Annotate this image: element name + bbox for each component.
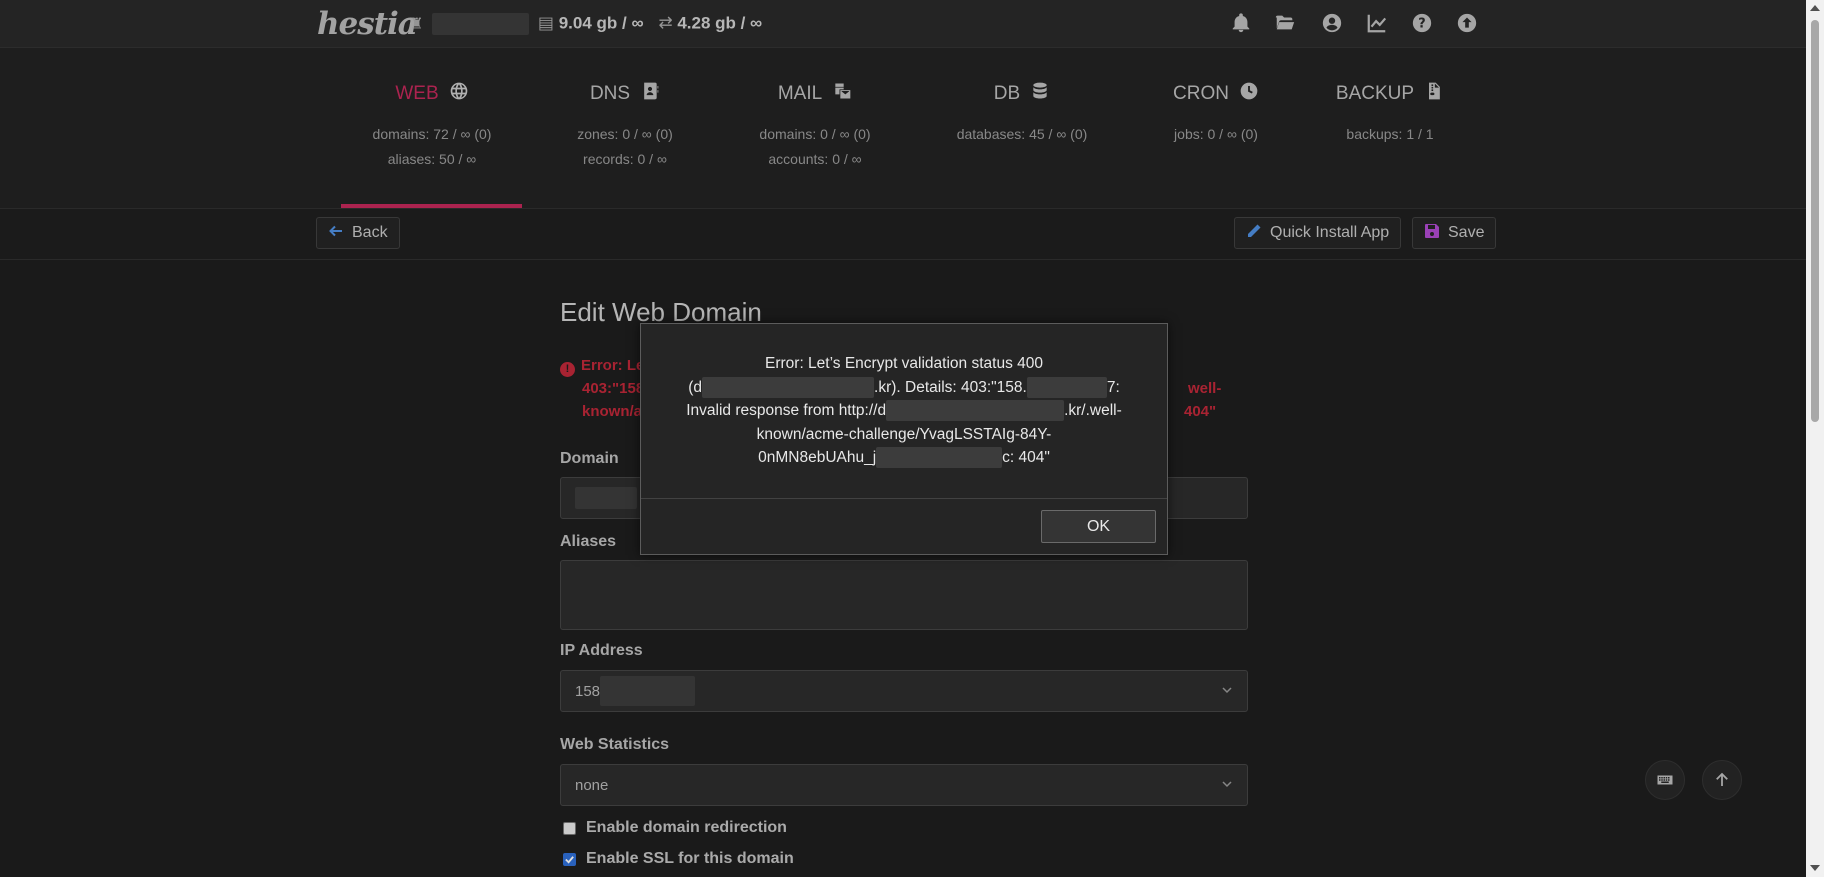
- redacted-ip: [1026, 376, 1107, 398]
- scroll-up-arrow-icon[interactable]: [1810, 5, 1820, 11]
- error-message-line-2: (d .kr). Details: 403:"158. 7:: [676, 376, 1132, 400]
- error-dialog: Error: Let’s Encrypt validation status 4…: [640, 323, 1168, 555]
- scroll-down-arrow-icon[interactable]: [1810, 865, 1820, 871]
- dialog-divider: [641, 498, 1167, 499]
- scrollbar-thumb[interactable]: [1811, 20, 1819, 422]
- error-message-line-3: Invalid response from http://d .kr/.well-: [676, 399, 1132, 423]
- redacted-token: [876, 447, 1003, 469]
- redacted-domain: [702, 376, 875, 398]
- redacted-domain: [886, 400, 1065, 422]
- ok-button[interactable]: OK: [1041, 510, 1156, 543]
- error-dialog-message: Error: Let’s Encrypt validation status 4…: [676, 352, 1132, 470]
- error-message-line-1: Error: Let’s Encrypt validation status 4…: [765, 355, 1043, 372]
- error-message-line-4: known/acme-challenge/YvagLSSTAIg-84Y-: [756, 425, 1052, 443]
- error-message-line-5: 0nMN8ebUAhu_j c: 404": [676, 446, 1132, 470]
